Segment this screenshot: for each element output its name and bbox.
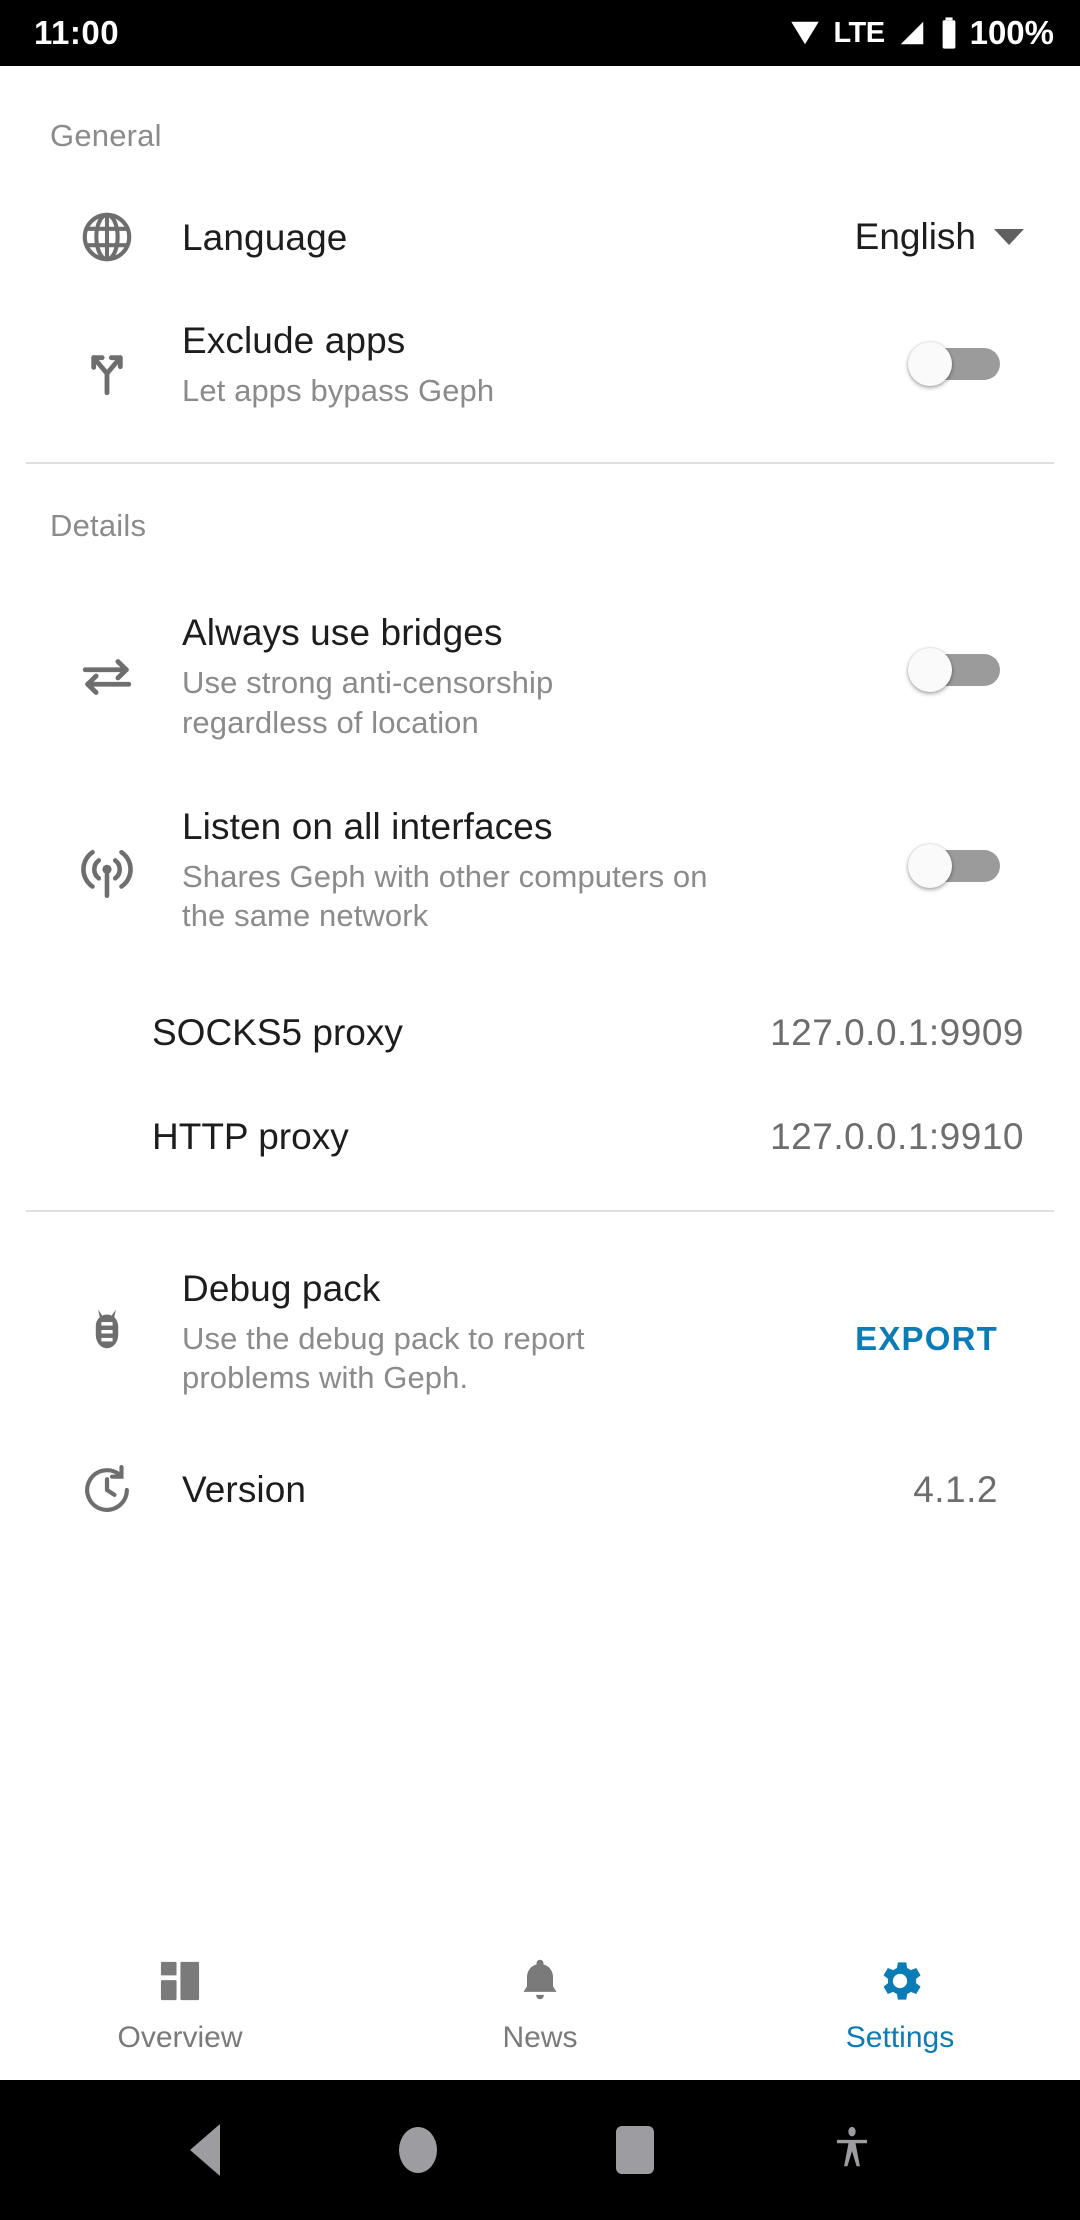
bug-icon [32, 1268, 182, 1358]
toggle-knob [908, 342, 952, 386]
export-debug-pack-button[interactable]: EXPORT [855, 1320, 998, 1358]
section-details: Details [0, 464, 1080, 544]
settings-row-http-proxy: HTTP proxy 127.0.0.1:9910 [0, 1116, 1080, 1158]
status-indicators: LTE 100% [788, 14, 1054, 52]
row-value-version: 4.1.2 [913, 1468, 998, 1510]
back-icon[interactable] [189, 2124, 220, 2176]
toggle-listen-all-interfaces[interactable] [908, 844, 1000, 889]
toggle-exclude-apps[interactable] [908, 342, 1000, 386]
settings-row-socks5-proxy: SOCKS5 proxy 127.0.0.1:9909 [0, 1012, 1080, 1054]
toggle-always-use-bridges[interactable] [908, 648, 1000, 693]
language-selected-value: English [854, 216, 976, 257]
signal-icon [896, 18, 928, 48]
settings-row-listen-all-interfaces[interactable]: Listen on all interfaces Shares Geph wit… [0, 806, 1080, 936]
section-header-general: General [50, 118, 162, 153]
bell-icon [514, 1955, 566, 2007]
row-title-language: Language [182, 217, 348, 258]
settings-row-language[interactable]: Language English [0, 208, 1080, 266]
row-title-listen-all-interfaces: Listen on all interfaces [182, 806, 553, 848]
row-subtitle-debug-pack: Use the debug pack to report problems wi… [182, 1320, 585, 1396]
row-subtitle-exclude-apps: Let apps bypass Geph [182, 373, 495, 408]
status-bar: 11:00 LTE 100% [0, 0, 1080, 66]
row-title-debug-pack: Debug pack [182, 1267, 381, 1309]
settings-row-exclude-apps[interactable]: Exclude apps Let apps bypass Geph [0, 318, 1080, 410]
nav-label-overview: Overview [117, 2021, 243, 2054]
row-title-version: Version [182, 1468, 307, 1510]
row-title-http-proxy: HTTP proxy [152, 1115, 349, 1157]
nav-label-news: News [502, 2021, 578, 2054]
android-system-navigation [0, 2080, 1080, 2220]
nav-label-settings: Settings [845, 2021, 955, 2054]
nav-item-overview[interactable]: Overview [0, 1955, 360, 2055]
nav-item-settings[interactable]: Settings [720, 1955, 1080, 2055]
gear-icon [874, 1955, 926, 2007]
home-icon[interactable] [398, 2127, 437, 2173]
row-value-socks5-proxy: 127.0.0.1:9909 [770, 1011, 1024, 1053]
row-title-always-use-bridges: Always use bridges [182, 612, 503, 654]
recents-icon[interactable] [615, 2126, 654, 2174]
update-icon [32, 1462, 182, 1518]
row-value-http-proxy: 127.0.0.1:9910 [770, 1115, 1024, 1157]
toggle-knob [908, 844, 952, 889]
battery-percent-label: 100% [969, 14, 1054, 51]
bottom-navigation-bar: Overview News Settings [0, 1930, 1080, 2080]
settings-row-version: Version 4.1.2 [0, 1462, 1080, 1518]
section-header-details: Details [50, 508, 147, 544]
compare-arrows-icon [32, 612, 182, 706]
chevron-down-icon [994, 229, 1024, 245]
section-divider-2 [26, 1209, 1054, 1212]
globe-icon [32, 208, 182, 266]
battery-icon [939, 16, 959, 50]
row-subtitle-always-use-bridges: Use strong anti-censorship regardless of… [182, 665, 554, 740]
nav-item-news[interactable]: News [360, 1955, 720, 2055]
section-general: General [0, 66, 1080, 154]
call-split-icon [32, 318, 182, 400]
network-type-label: LTE [833, 16, 885, 49]
language-dropdown[interactable]: English [855, 216, 1024, 258]
settings-row-debug-pack[interactable]: Debug pack Use the debug pack to report … [0, 1268, 1080, 1398]
status-clock: 11:00 [34, 14, 120, 51]
wifi-icon [788, 18, 822, 48]
dashboard-icon [154, 1955, 206, 2007]
settings-row-always-use-bridges[interactable]: Always use bridges Use strong anti-censo… [0, 612, 1080, 742]
app-screen: 11:00 LTE 100% General Language English … [0, 0, 1080, 2220]
row-subtitle-listen-all-interfaces: Shares Geph with other computers on the … [182, 859, 708, 934]
settings-scroll-area[interactable]: General Language English Exclude apps Le… [0, 66, 1080, 1930]
row-title-socks5-proxy: SOCKS5 proxy [152, 1011, 403, 1053]
broadcast-icon [32, 806, 182, 902]
accessibility-icon[interactable] [833, 2125, 871, 2175]
row-title-exclude-apps: Exclude apps [182, 320, 406, 361]
